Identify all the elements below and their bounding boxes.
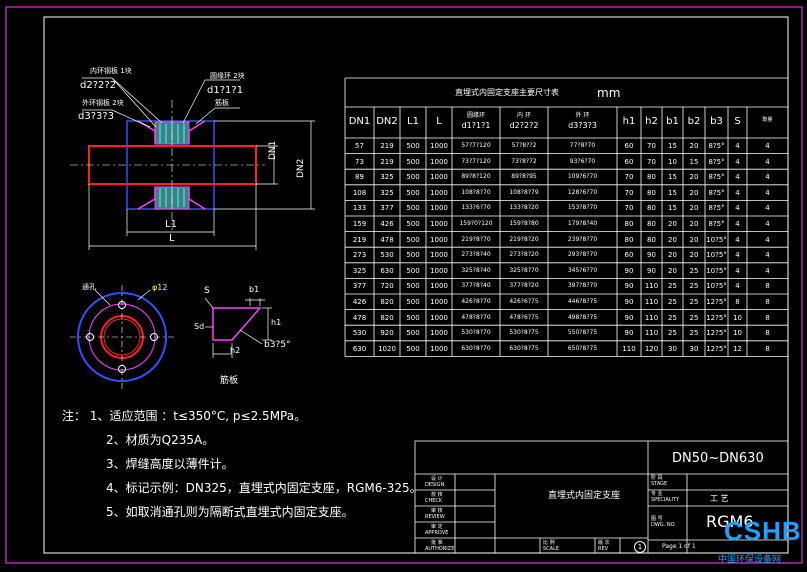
title-left-label: 设 计 DESIGN (425, 476, 444, 488)
title-left-label: 校 核 CHECK (425, 492, 443, 504)
tb-stage: 阶 段 STAGE (651, 475, 667, 487)
rev-mark: 1 (634, 541, 646, 553)
title-left-label: 审 定 APPROVE (425, 524, 448, 536)
tb-scale: 比 例 SCALE (543, 540, 559, 552)
watermark-logo: CSHB (724, 516, 802, 546)
speciality-en: SPECIALITY (651, 497, 680, 503)
title-left-label: 批 准 AUTHORIZE (425, 540, 454, 552)
tb-rev: 版 次 REV (598, 540, 610, 552)
title-specialty: 工 艺 (710, 494, 729, 503)
tb-speciality: 专 业 SPECIALITY (651, 491, 679, 503)
tb-dwg: 图 号 DWG. NO. (651, 516, 676, 528)
title-range: DN50~DN630 (672, 451, 764, 466)
dwg-en: DWG. NO. (651, 522, 676, 528)
rev-en: REV (598, 546, 609, 552)
title-page: Page 1 of 1 (662, 543, 696, 550)
title-left-label-en: APPROVE (425, 530, 449, 536)
title-block: DN50~DN630 直埋式内固定支座 RGM6 工 艺 Page 1 of 1… (0, 0, 807, 572)
title-left-label: 审 核 REVIEW (425, 508, 445, 520)
title-left-label-en: AUTHORIZE (425, 546, 455, 552)
title-left-label-en: REVIEW (425, 514, 445, 520)
title-name: 直埋式内固定支座 (548, 491, 621, 501)
title-left-label-en: DESIGN (425, 482, 445, 488)
watermark: CSHB 中国环保设备网 (718, 516, 804, 568)
watermark-text: 中国环保设备网 (718, 555, 782, 565)
stage-en: STAGE (651, 481, 668, 487)
scale-en: SCALE (543, 546, 560, 552)
title-left-label-en: CHECK (425, 498, 443, 504)
